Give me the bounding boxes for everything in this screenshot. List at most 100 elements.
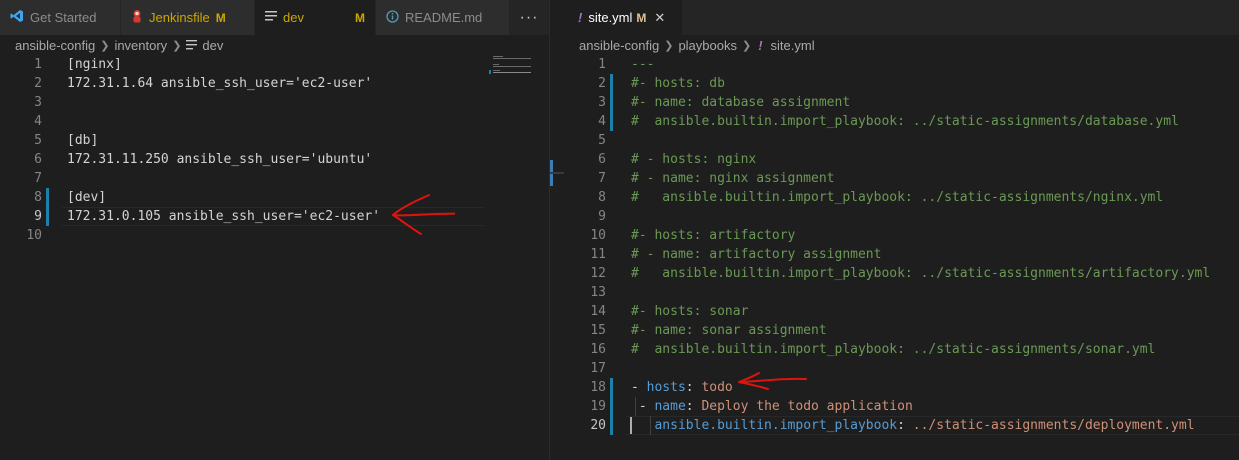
code-line[interactable]: 13	[564, 283, 1239, 302]
line-text: [dev]	[67, 190, 107, 205]
line-number: 4	[34, 114, 42, 129]
code-token: # ansible.builtin.import_playbook: ../st…	[631, 342, 1156, 357]
line-number: 16	[590, 342, 606, 357]
line-number: 9	[34, 209, 42, 224]
code-token: ../static-assignments/deployment.yml	[912, 418, 1195, 433]
tab-readme[interactable]: README.md	[376, 0, 510, 35]
line-number: 10	[590, 228, 606, 243]
code-line[interactable]: 10 #- hosts: artifactory	[564, 226, 1239, 245]
git-change-marker[interactable]	[46, 188, 49, 207]
line-number: 12	[590, 266, 606, 281]
line-number: 6	[598, 152, 606, 167]
code-token: #- name: sonar assignment	[631, 323, 827, 338]
code-editor-right[interactable]: 1 --- 2 #- hosts: db 3 #- name: database assi…	[564, 55, 1239, 460]
line-number: 2	[34, 76, 42, 91]
line-text: ---	[631, 55, 654, 74]
line-text: # ansible.builtin.import_playbook: ../st…	[631, 340, 1155, 359]
code-line[interactable]: 5 [db]	[0, 131, 549, 150]
editor-group-sash[interactable]	[549, 0, 565, 460]
code-line[interactable]: 2 172.31.1.64 ansible_ssh_user='ec2-user'	[0, 74, 549, 93]
code-line[interactable]: 6 # - hosts: nginx	[564, 150, 1239, 169]
tab-site-yml[interactable]: ! site.yml M ✕	[564, 0, 683, 35]
breadcrumb-item[interactable]: ansible-config	[579, 38, 659, 53]
code-line[interactable]: 10	[0, 226, 549, 245]
code-line[interactable]: 16 # ansible.builtin.import_playbook: ../…	[564, 340, 1239, 359]
git-change-marker[interactable]	[46, 207, 49, 226]
minimap[interactable]	[489, 55, 549, 77]
code-line[interactable]: 18 - hosts: todo	[564, 378, 1239, 397]
code-line[interactable]: 9 172.31.0.105 ansible_ssh_user='ec2-user…	[0, 207, 549, 226]
line-number: 6	[34, 152, 42, 167]
git-change-marker[interactable]	[610, 416, 613, 435]
code-token: :	[685, 399, 702, 414]
exclamation-icon: !	[758, 37, 763, 53]
modified-badge: M	[636, 10, 647, 25]
git-change-marker[interactable]	[610, 397, 613, 416]
tab-jenkinsfile[interactable]: Jenkinsfile M	[121, 0, 255, 35]
code-line[interactable]: 19 - name: Deploy the todo application	[564, 397, 1239, 416]
line-text: #- hosts: artifactory	[631, 226, 795, 245]
code-line[interactable]: 6 172.31.11.250 ansible_ssh_user='ubuntu'	[0, 150, 549, 169]
code-token: # - hosts: nginx	[631, 152, 757, 167]
line-text: # ansible.builtin.import_playbook: ../st…	[631, 188, 1163, 207]
code-line[interactable]: 4 # ansible.builtin.import_playbook: ../s…	[564, 112, 1239, 131]
code-line[interactable]: 20 ansible.builtin.import_playbook: ../s…	[564, 416, 1239, 435]
line-text: ansible.builtin.import_playbook: ../stat…	[631, 416, 1195, 435]
code-line[interactable]: 8 # ansible.builtin.import_playbook: ../s…	[564, 188, 1239, 207]
code-line[interactable]: 8 [dev]	[0, 188, 549, 207]
chevron-right-icon: ❯	[172, 39, 182, 52]
sash-line	[550, 172, 565, 174]
close-icon[interactable]: ✕	[654, 10, 665, 26]
code-token: hosts	[646, 380, 686, 395]
code-line[interactable]: 5	[564, 131, 1239, 150]
annotation-arrow-left	[392, 194, 455, 235]
git-change-marker[interactable]	[610, 93, 613, 112]
code-line[interactable]: 11 # - name: artifactory assignment	[564, 245, 1239, 264]
line-number: 17	[590, 361, 606, 376]
code-line[interactable]: 14 #- hosts: sonar	[564, 302, 1239, 321]
jenkins-icon	[131, 9, 143, 26]
line-number: 4	[598, 114, 606, 129]
line-text: - hosts: todo	[631, 378, 733, 397]
breadcrumb-item[interactable]: dev	[202, 38, 223, 53]
more-actions-button[interactable]: ···	[509, 0, 549, 35]
exclamation-icon: !	[578, 10, 583, 25]
code-token: #- hosts: artifactory	[631, 228, 796, 243]
code-token: #- hosts: sonar	[631, 304, 749, 319]
code-line[interactable]: 1 ---	[564, 55, 1239, 74]
info-icon	[386, 9, 399, 26]
tab-dev[interactable]: dev M	[255, 0, 376, 35]
code-token: # - name: nginx assignment	[631, 171, 835, 186]
line-text: [db]	[67, 133, 99, 148]
code-line[interactable]: 3 #- name: database assignment	[564, 93, 1239, 112]
breadcrumb-item[interactable]: inventory	[114, 38, 167, 53]
tab-get-started[interactable]: Get Started	[0, 0, 121, 35]
vscode-icon	[10, 9, 24, 26]
code-token: # ansible.builtin.import_playbook: ../st…	[631, 266, 1211, 281]
code-line[interactable]: 7 # - name: nginx assignment	[564, 169, 1239, 188]
code-line[interactable]: 17	[564, 359, 1239, 378]
breadcrumb-item[interactable]: site.yml	[771, 38, 815, 53]
git-change-marker[interactable]	[610, 112, 613, 131]
code-editor-left[interactable]: 1 [nginx] 2 172.31.1.64 ansible_ssh_user='e…	[0, 55, 549, 460]
line-number: 19	[590, 399, 606, 414]
code-line[interactable]: 9	[564, 207, 1239, 226]
code-line[interactable]: 15 #- name: sonar assignment	[564, 321, 1239, 340]
code-line[interactable]: 12 # ansible.builtin.import_playbook: ../…	[564, 264, 1239, 283]
code-line[interactable]: 4	[0, 112, 549, 131]
code-token: # ansible.builtin.import_playbook: ../st…	[631, 114, 1179, 129]
line-number: 18	[590, 380, 606, 395]
tab-label: dev	[283, 10, 304, 25]
line-text: 172.31.0.105 ansible_ssh_user='ec2-user'	[67, 209, 381, 224]
line-text: [nginx]	[67, 57, 122, 72]
code-line[interactable]: 2 #- hosts: db	[564, 74, 1239, 93]
git-change-marker[interactable]	[610, 378, 613, 397]
breadcrumb-item[interactable]: ansible-config	[15, 38, 95, 53]
code-line[interactable]: 1 [nginx]	[0, 55, 549, 74]
git-change-marker[interactable]	[610, 74, 613, 93]
code-token: -	[631, 380, 647, 395]
breadcrumb-item[interactable]: playbooks	[678, 38, 737, 53]
lines-icon	[265, 10, 277, 25]
code-line[interactable]: 7	[0, 169, 549, 188]
code-line[interactable]: 3	[0, 93, 549, 112]
